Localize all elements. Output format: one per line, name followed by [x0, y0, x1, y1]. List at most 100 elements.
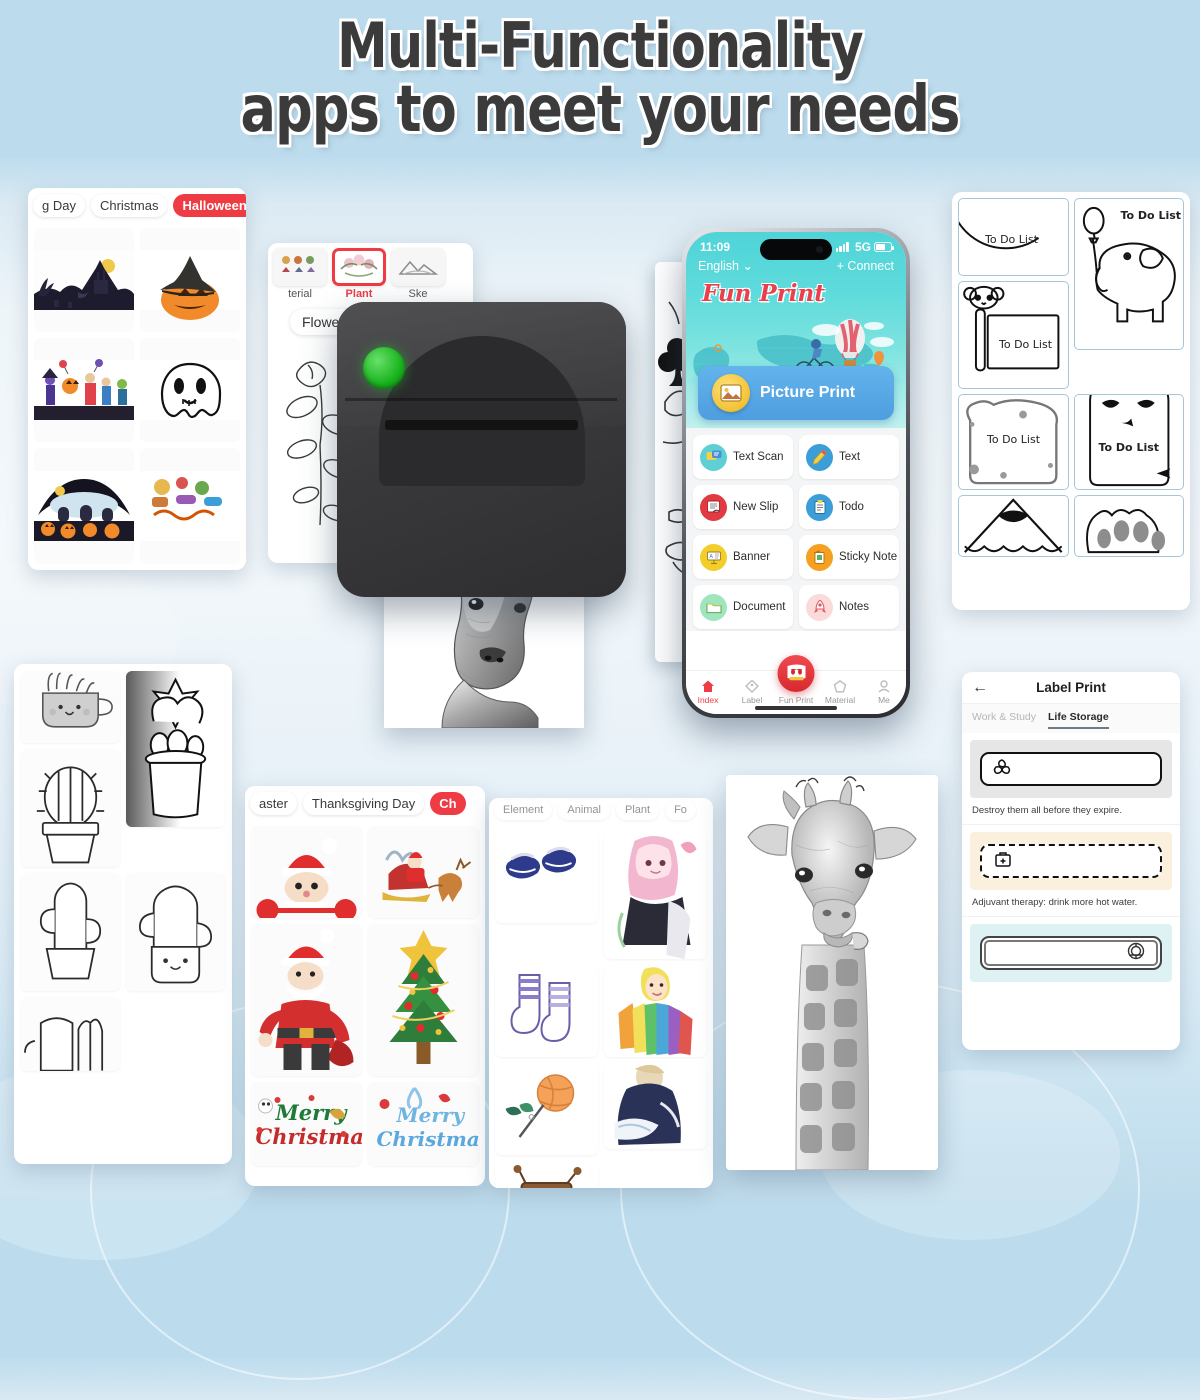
- tab-sketch[interactable]: Ske: [391, 248, 445, 300]
- language-selector[interactable]: English ⌄: [698, 258, 753, 273]
- label-caption: Adjuvant therapy: drink more hot water.: [962, 890, 1180, 917]
- sticker-item[interactable]: [21, 873, 120, 991]
- sticker-item[interactable]: [495, 1161, 598, 1188]
- rocket-icon: [806, 593, 833, 621]
- dynamic-island: [760, 239, 832, 260]
- todo-label: To Do List: [999, 338, 1053, 351]
- sticker-item[interactable]: [495, 1063, 598, 1155]
- cactus-sticker-panel[interactable]: [14, 664, 232, 1164]
- sticker-item[interactable]: [21, 997, 120, 1071]
- sticker-item[interactable]: [495, 965, 598, 1057]
- menu-item-banner[interactable]: A Banner: [693, 535, 793, 579]
- cat-paw-art: [1085, 509, 1165, 554]
- menu-label: Todo: [839, 501, 864, 513]
- menu-item-new-slip[interactable]: New Slip: [693, 485, 793, 529]
- sticker-item[interactable]: [368, 826, 479, 918]
- sticker-item[interactable]: [126, 873, 225, 991]
- tab-element[interactable]: Element: [494, 800, 553, 820]
- label-print-title: Label Print: [1036, 680, 1106, 695]
- picture-print-button[interactable]: Picture Print: [698, 366, 894, 420]
- picture-print-label: Picture Print: [760, 384, 856, 401]
- sticker-item[interactable]: [368, 924, 479, 1076]
- label-item-first-aid[interactable]: Adjuvant therapy: drink more hot water.: [962, 832, 1180, 917]
- fun-print-fab[interactable]: [777, 655, 815, 692]
- tab-life-storage[interactable]: Life Storage: [1048, 711, 1109, 729]
- home-icon: [702, 680, 714, 692]
- striped-socks-icon: [495, 965, 598, 1057]
- menu-item-todo[interactable]: Todo: [799, 485, 899, 529]
- element-tab-row[interactable]: Element Animal Plant Fo: [489, 798, 713, 825]
- printer-paper-slot: [385, 420, 578, 430]
- halloween-sticker-panel[interactable]: g Day Christmas Halloween: [28, 188, 246, 570]
- tab-material[interactable]: terial: [273, 248, 327, 300]
- santa-sleigh-reindeer-icon: [368, 826, 479, 918]
- tab-material[interactable]: Material: [818, 680, 862, 705]
- tab-label: Fun Print: [778, 695, 814, 705]
- tab-plant[interactable]: Plant: [332, 248, 386, 300]
- menu-label: Notes: [839, 601, 870, 613]
- menu-item-notes[interactable]: Notes: [799, 585, 899, 629]
- menu-label: Banner: [733, 551, 771, 563]
- tab-plant-el[interactable]: Plant: [615, 800, 660, 820]
- tab-christmas-sel[interactable]: Ch: [430, 792, 466, 815]
- label-print-tab-row[interactable]: Work & Study Life Storage: [962, 704, 1180, 733]
- plant-tab-row[interactable]: terial Plant Ske: [268, 243, 473, 305]
- merry-christmas-blue-icon: Merry Christmas: [368, 1082, 479, 1166]
- todo-sticker-item[interactable]: To Do List: [1073, 198, 1184, 350]
- tab-food[interactable]: Fo: [665, 800, 696, 820]
- sticker-item[interactable]: [140, 338, 240, 442]
- kawaii-mug-plant-icon: [41, 672, 113, 728]
- sticker-item[interactable]: [251, 924, 362, 1076]
- christmas-tab-row[interactable]: aster Thanksgiving Day Ch: [245, 786, 485, 820]
- tab-work-study[interactable]: Work & Study: [972, 711, 1036, 729]
- sticker-item[interactable]: [495, 831, 598, 923]
- todo-sticker-item[interactable]: To Do List: [958, 198, 1069, 276]
- menu-item-sticky-note[interactable]: Sticky Note: [799, 535, 899, 579]
- todo-sticker-item[interactable]: To Do List: [958, 281, 1069, 389]
- printer-power-button[interactable]: [363, 347, 405, 389]
- sticker-item[interactable]: [21, 749, 120, 867]
- sticker-item[interactable]: Merry Christmas: [368, 1082, 479, 1166]
- connect-button[interactable]: + Connect: [837, 259, 894, 273]
- christmas-sticker-panel[interactable]: aster Thanksgiving Day Ch Merry Christm …: [245, 786, 485, 1186]
- tab-thanksgiving-day[interactable]: Thanksgiving Day: [302, 792, 425, 815]
- element-sticker-panel[interactable]: Element Animal Plant Fo: [489, 798, 713, 1188]
- tab-index[interactable]: Index: [686, 680, 730, 705]
- tab-label-btn[interactable]: Label: [730, 680, 774, 705]
- menu-item-document[interactable]: Document: [693, 585, 793, 629]
- tab-easter[interactable]: aster: [250, 792, 297, 815]
- app-hero-banner: 11:09 5G English ⌄ + Connect Fun Print P…: [686, 232, 906, 428]
- todo-sticker-item[interactable]: [958, 495, 1069, 557]
- sticker-item[interactable]: [604, 965, 707, 1057]
- menu-item-text-scan[interactable]: Text Scan: [693, 435, 793, 479]
- todo-sticker-item[interactable]: [1073, 495, 1184, 557]
- tab-halloween[interactable]: Halloween: [173, 194, 246, 217]
- sticker-item[interactable]: [34, 338, 134, 442]
- todo-sticker-panel[interactable]: To Do List To Do List To Do List To Do L…: [952, 192, 1190, 610]
- sticker-item[interactable]: [34, 448, 134, 564]
- language-label: English: [698, 259, 739, 273]
- todo-sticker-item[interactable]: To Do List: [1073, 394, 1184, 490]
- todo-sticker-item[interactable]: To Do List: [958, 394, 1069, 490]
- sticker-item[interactable]: [140, 228, 240, 332]
- tab-animal[interactable]: Animal: [558, 800, 610, 820]
- tab-christmas[interactable]: Christmas: [90, 194, 168, 217]
- label-item-washer[interactable]: [962, 924, 1180, 982]
- sticker-item[interactable]: [140, 448, 240, 564]
- blue-sandals-icon: [495, 831, 598, 923]
- menu-item-text[interactable]: Text: [799, 435, 899, 479]
- sticker-item[interactable]: Merry Christmas: [251, 1082, 362, 1166]
- label-item-recycle[interactable]: Destroy them all before they expire.: [962, 740, 1180, 825]
- tab-thanksgiving[interactable]: g Day: [33, 194, 85, 217]
- sticker-item[interactable]: [604, 831, 707, 959]
- label-print-panel[interactable]: ← Label Print Work & Study Life Storage …: [962, 672, 1180, 1050]
- menu-label: Sticky Note: [839, 551, 898, 563]
- tab-me[interactable]: Me: [862, 680, 906, 705]
- sticker-item[interactable]: [251, 826, 362, 918]
- sticker-item[interactable]: [604, 1063, 707, 1149]
- halloween-tab-row[interactable]: g Day Christmas Halloween: [28, 188, 246, 222]
- sticker-item[interactable]: [34, 228, 134, 332]
- sticker-item[interactable]: [21, 671, 120, 743]
- back-arrow-icon[interactable]: ←: [972, 679, 988, 697]
- sticker-item[interactable]: [126, 671, 225, 827]
